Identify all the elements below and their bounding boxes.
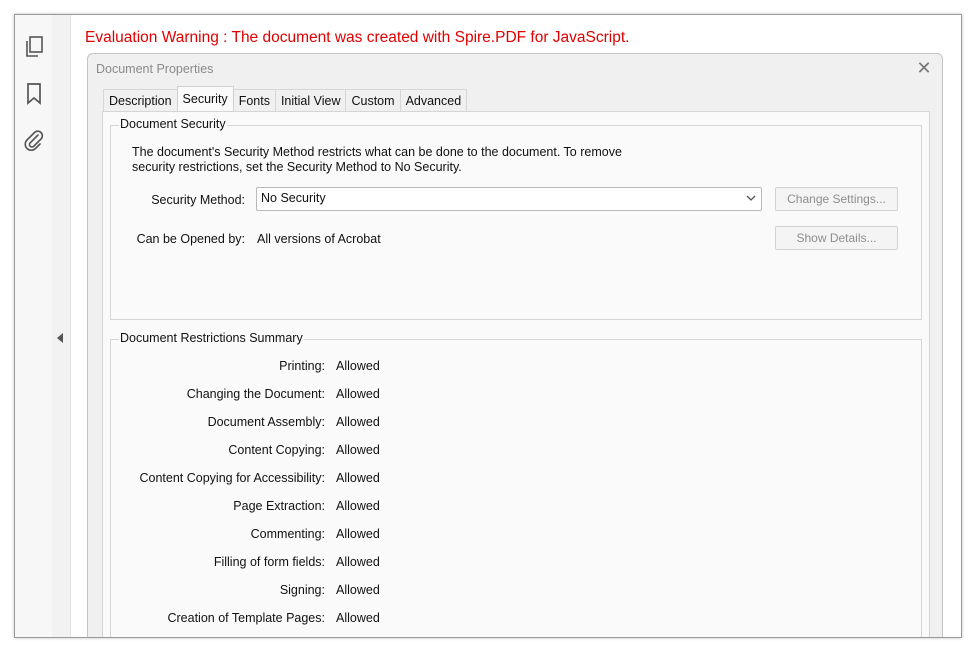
collapse-arrow-icon[interactable] (57, 333, 63, 343)
tab-bar: Description Security Fonts Initial View … (103, 86, 468, 111)
left-sidebar (15, 15, 53, 637)
restriction-value: Allowed (336, 387, 380, 401)
copy-pages-icon[interactable] (21, 34, 47, 60)
security-method-value: No Security (261, 191, 326, 205)
chevron-down-icon (746, 195, 756, 201)
tab-security[interactable]: Security (176, 86, 234, 111)
restriction-label: Page Extraction: (233, 499, 325, 513)
restriction-value: Allowed (336, 583, 380, 597)
tab-description[interactable]: Description (103, 89, 178, 111)
restrictions-summary-title: Document Restrictions Summary (119, 331, 304, 345)
close-icon[interactable]: ✕ (914, 59, 934, 79)
dialog-title: Document Properties (96, 62, 214, 76)
opened-by-value: All versions of Acrobat (257, 232, 381, 246)
restriction-value: Allowed (336, 527, 380, 541)
restriction-label: Content Copying: (228, 443, 325, 457)
restriction-label: Document Assembly: (207, 415, 325, 429)
security-description: The document's Security Method restricts… (132, 145, 632, 175)
paperclip-icon[interactable] (21, 127, 47, 153)
security-description-line: security restrictions, set the Security … (132, 160, 462, 174)
restriction-label: Changing the Document: (186, 387, 325, 401)
restriction-label: Commenting: (250, 527, 325, 541)
tab-advanced[interactable]: Advanced (399, 89, 468, 111)
document-properties-dialog: Document Properties ✕ Description Securi… (87, 53, 943, 637)
restriction-value: Allowed (336, 471, 380, 485)
restriction-label: Filling of form fields: (213, 555, 325, 569)
document-security-group: Document Security The document's Securit… (110, 117, 922, 320)
evaluation-warning: Evaluation Warning : The document was cr… (85, 29, 630, 46)
restriction-label: Printing: (279, 359, 325, 373)
tab-fonts[interactable]: Fonts (232, 89, 276, 111)
restriction-label: Content Copying for Accessibility: (139, 471, 325, 485)
change-settings-button[interactable]: Change Settings... (775, 187, 898, 211)
restrictions-summary-group: Document Restrictions Summary Printing: A… (110, 331, 922, 637)
security-tab-panel: Document Security The document's Securit… (102, 111, 930, 637)
tab-custom[interactable]: Custom (345, 89, 401, 111)
show-details-button[interactable]: Show Details... (775, 226, 898, 250)
tab-initial-view[interactable]: Initial View (274, 89, 347, 111)
document-security-title: Document Security (119, 117, 227, 131)
opened-by-label: Can be Opened by: (136, 232, 245, 246)
restriction-label: Creation of Template Pages: (167, 611, 325, 625)
sidebar-collapse-gutter[interactable] (52, 15, 71, 637)
restriction-value: Allowed (336, 499, 380, 513)
restriction-value: Allowed (336, 359, 380, 373)
security-method-select[interactable]: No Security (256, 187, 762, 211)
viewer-window: Evaluation Warning : The document was cr… (14, 14, 962, 638)
restriction-value: Allowed (336, 555, 380, 569)
restriction-value: Allowed (336, 611, 380, 625)
security-description-line: The document's Security Method restricts… (132, 145, 622, 159)
restriction-label: Signing: (279, 583, 325, 597)
security-method-label: Security Method: (151, 193, 245, 207)
restriction-value: Allowed (336, 443, 380, 457)
bookmark-icon[interactable] (21, 81, 47, 107)
restriction-value: Allowed (336, 415, 380, 429)
